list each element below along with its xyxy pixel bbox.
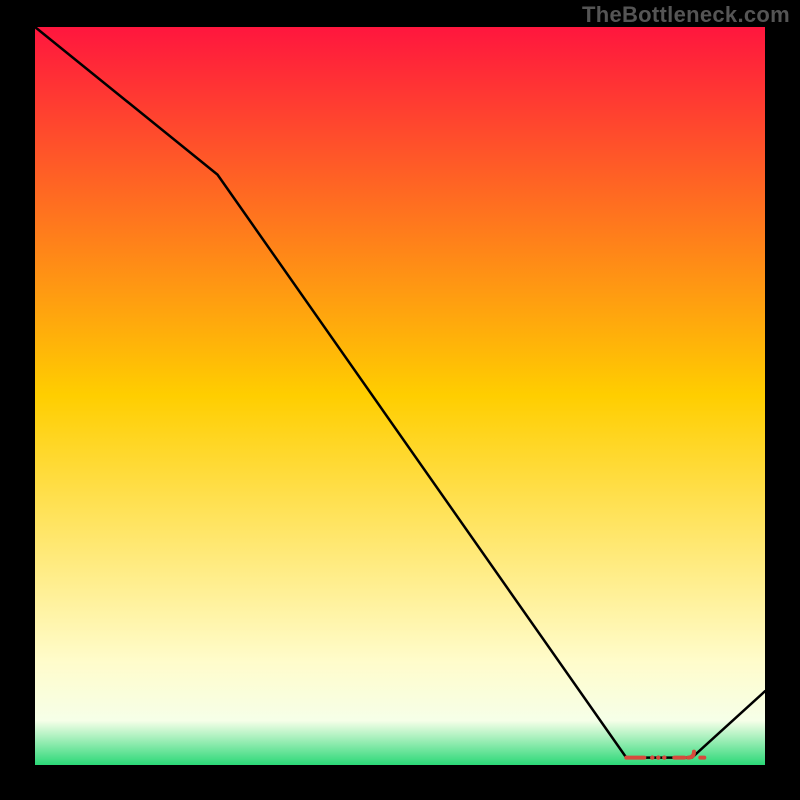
chart-background-gradient <box>35 27 765 765</box>
chart-plot-area <box>35 27 765 765</box>
watermark-text: TheBottleneck.com <box>582 2 790 28</box>
chart-svg <box>35 27 765 765</box>
chart-frame: TheBottleneck.com <box>0 0 800 800</box>
